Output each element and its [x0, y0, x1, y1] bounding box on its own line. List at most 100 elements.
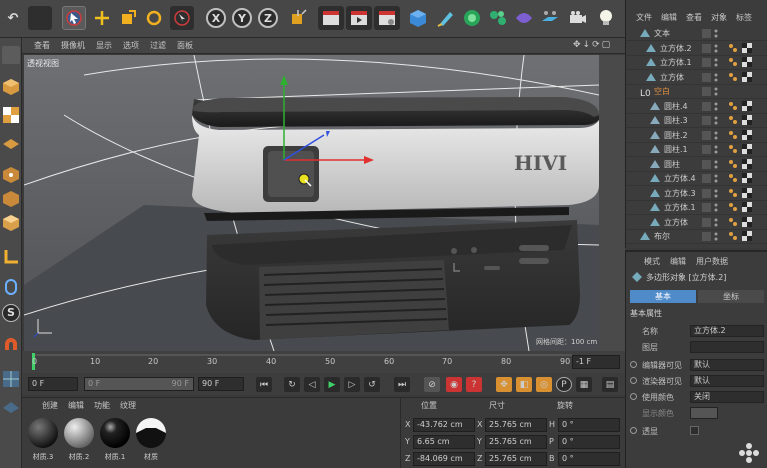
visibility-dots-icon[interactable]	[702, 145, 726, 154]
auto-key-button[interactable]: ◉	[446, 377, 462, 392]
timeline-ruler[interactable]: 0 10 20 30 40 50 60 70 80 90 -1 F	[22, 351, 625, 373]
object-row[interactable]: 立方体.2	[626, 41, 767, 56]
material-swatch-0[interactable]: 材质	[134, 416, 168, 466]
visibility-dots-icon[interactable]	[702, 72, 726, 82]
texture-tag-icon[interactable]	[742, 71, 752, 82]
visibility-dots-icon[interactable]	[702, 159, 726, 169]
current-frame-field[interactable]: -1 F	[572, 355, 620, 369]
object-menu-view[interactable]: 查看	[686, 12, 702, 23]
keyframe-selection-button[interactable]: ?	[466, 377, 482, 392]
texture-tag-icon[interactable]	[742, 173, 752, 183]
render-picture-viewer-button[interactable]	[346, 6, 372, 30]
make-editable-button[interactable]	[2, 46, 20, 64]
texture-tag-icon[interactable]	[742, 129, 752, 140]
object-menu-tags[interactable]: 标签	[736, 12, 752, 23]
attribute-menu-userdata[interactable]: 用户数据	[696, 256, 728, 267]
workplane-lock-button[interactable]	[2, 396, 20, 414]
layer-button[interactable]	[2, 370, 20, 388]
phong-tag-icon[interactable]	[728, 43, 738, 53]
size-x-field[interactable]: 25.765 cm	[485, 418, 547, 432]
viewport-nav-icons[interactable]: ✥↓⟳▢	[573, 40, 612, 50]
object-row[interactable]: L0 空白	[626, 84, 767, 99]
radio-icon[interactable]	[630, 377, 637, 384]
key-parameter-button[interactable]: P	[556, 377, 572, 392]
x-axis-lock[interactable]: X	[206, 8, 226, 28]
magnet-button[interactable]	[2, 336, 20, 354]
visibility-dots-icon[interactable]	[702, 43, 726, 53]
y-axis-lock[interactable]: Y	[232, 8, 252, 28]
object-row[interactable]: 立方体	[626, 215, 767, 230]
rotate-tool-button[interactable]	[142, 6, 166, 30]
deformer-button[interactable]	[512, 6, 536, 30]
pen-tool-button[interactable]	[434, 6, 458, 30]
camera-button[interactable]	[566, 6, 590, 30]
texture-tag-icon[interactable]	[742, 216, 752, 227]
object-menu-edit[interactable]: 编辑	[661, 12, 677, 23]
model-mode-button[interactable]	[2, 78, 20, 96]
radio-icon[interactable]	[630, 427, 637, 434]
phong-tag-icon[interactable]	[728, 144, 738, 154]
object-menu-file[interactable]: 文件	[636, 12, 652, 23]
visibility-dots-icon[interactable]	[702, 188, 726, 198]
visibility-dots-icon[interactable]	[702, 174, 726, 183]
key-position-button[interactable]: ✥	[496, 377, 512, 392]
cube-primitive-button[interactable]	[406, 6, 430, 30]
prev-frame-button[interactable]: ◁	[304, 377, 320, 392]
polygons-mode-button[interactable]	[2, 214, 20, 232]
object-row[interactable]: 圆柱.1	[626, 142, 767, 157]
visibility-dots-icon[interactable]	[702, 217, 726, 227]
viewport-menu-panel[interactable]: 面板	[177, 40, 193, 51]
object-row[interactable]: 布尔	[626, 229, 767, 244]
phong-tag-icon[interactable]	[728, 115, 738, 125]
viewport-menu-display[interactable]: 显示	[96, 40, 112, 51]
light-button[interactable]	[594, 6, 618, 30]
array-button[interactable]	[486, 6, 510, 30]
material-menu-create[interactable]: 创建	[42, 400, 58, 411]
texture-tag-icon[interactable]	[742, 231, 752, 241]
phong-tag-icon[interactable]	[728, 202, 738, 212]
viewport-menu-camera[interactable]: 摄像机	[61, 40, 85, 51]
edges-mode-button[interactable]	[2, 190, 20, 208]
prev-key-button[interactable]: ↻	[284, 377, 300, 392]
rotation-p-field[interactable]: 0 °	[558, 435, 620, 449]
layer-field[interactable]	[690, 341, 764, 353]
points-mode-button[interactable]	[2, 166, 20, 184]
move-tool-button[interactable]	[90, 6, 114, 30]
display-color-swatch[interactable]	[690, 407, 718, 419]
render-visible-select[interactable]: 默认	[690, 375, 764, 387]
texture-tag-icon[interactable]	[742, 115, 752, 125]
editor-visible-select[interactable]: 默认	[690, 359, 764, 371]
phong-tag-icon[interactable]	[728, 231, 738, 241]
render-settings-button[interactable]	[374, 6, 400, 30]
object-row[interactable]: 文本	[626, 26, 767, 41]
visibility-dots-icon[interactable]	[702, 101, 726, 111]
use-color-select[interactable]: 关闭	[690, 391, 764, 403]
next-frame-button[interactable]: ▷	[344, 377, 360, 392]
end-frame-field[interactable]: 90 F	[198, 377, 244, 391]
texture-tag-icon[interactable]	[742, 187, 752, 198]
texture-tag-icon[interactable]	[742, 57, 752, 67]
subdivision-button[interactable]	[460, 6, 484, 30]
attribute-menu-edit[interactable]: 编辑	[670, 256, 686, 267]
visibility-dots-icon[interactable]	[702, 116, 726, 125]
phong-tag-icon[interactable]	[728, 217, 738, 227]
tab-coordinates[interactable]: 坐标	[698, 290, 764, 303]
phong-tag-icon[interactable]	[728, 101, 738, 111]
material-menu-edit[interactable]: 编辑	[68, 400, 84, 411]
start-frame-field[interactable]: 0 F	[28, 377, 78, 391]
attribute-menu-mode[interactable]: 模式	[644, 256, 660, 267]
texture-tag-icon[interactable]	[742, 144, 752, 154]
object-row[interactable]: 立方体	[626, 70, 767, 85]
material-swatch-2[interactable]: 材质.2	[62, 416, 96, 466]
phong-tag-icon[interactable]	[728, 159, 738, 169]
play-button[interactable]: ▶	[324, 377, 340, 392]
material-menu-function[interactable]: 功能	[94, 400, 110, 411]
record-keys-button[interactable]: ⊘	[424, 377, 440, 392]
floor-button[interactable]	[538, 6, 562, 30]
timeline-window-button[interactable]: ▤	[602, 377, 618, 392]
object-row[interactable]: 立方体.1	[626, 55, 767, 70]
visibility-dots-icon[interactable]	[702, 232, 726, 241]
texture-tag-icon[interactable]	[742, 100, 752, 111]
object-row[interactable]: 圆柱.4	[626, 99, 767, 114]
visibility-dots-icon[interactable]	[702, 203, 726, 212]
